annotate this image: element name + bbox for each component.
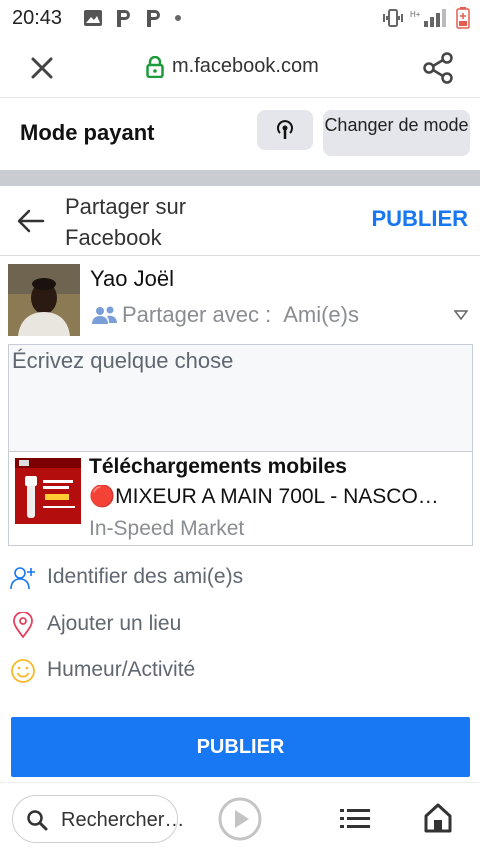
browser-toolbar: m.facebook.com bbox=[0, 36, 480, 98]
search-icon bbox=[27, 810, 48, 831]
browser-bottom-bar: Rechercher… bbox=[0, 782, 480, 854]
share-title: Partager sur Facebook bbox=[65, 194, 187, 250]
signal-icon: H+ bbox=[410, 9, 446, 27]
tag-friends-action[interactable]: Identifier des ami(e)s bbox=[0, 556, 480, 600]
tag-friends-label: Identifier des ami(e)s bbox=[47, 565, 244, 588]
user-name: Yao Joël bbox=[90, 266, 174, 291]
tabs-list-icon[interactable] bbox=[340, 807, 370, 831]
audience-prefix: Partager avec : bbox=[122, 302, 272, 327]
url-text: m.facebook.com bbox=[172, 55, 319, 77]
link-thumbnail bbox=[15, 458, 81, 524]
compose-placeholder: Écrivez quelque chose bbox=[12, 348, 234, 373]
feeling-activity-label: Humeur/Activité bbox=[47, 658, 196, 681]
share-header: Partager sur Facebook PUBLIER bbox=[0, 186, 480, 256]
status-bar: 20:43 H+ bbox=[0, 0, 480, 36]
change-mode-button[interactable]: Changer de mode bbox=[323, 110, 470, 156]
home-icon[interactable] bbox=[424, 803, 452, 833]
publish-button[interactable]: PUBLIER bbox=[11, 717, 470, 777]
audience-value: Ami(e)s bbox=[283, 302, 359, 327]
status-time: 20:43 bbox=[12, 7, 63, 29]
feeling-activity-action[interactable]: Humeur/Activité bbox=[0, 649, 480, 693]
broadcast-icon bbox=[277, 120, 293, 139]
p-app-icon-2 bbox=[147, 10, 160, 27]
author-row: Yao Joël Partager avec : Ami(e)s bbox=[0, 256, 480, 344]
link-source: Téléchargements mobiles bbox=[89, 455, 347, 478]
close-icon[interactable] bbox=[26, 52, 58, 84]
back-arrow-icon[interactable] bbox=[16, 206, 46, 236]
add-location-label: Ajouter un lieu bbox=[47, 612, 182, 635]
battery-icon bbox=[456, 7, 470, 29]
link-description: 🔴MIXEUR A MAIN 700L - NASCO… bbox=[89, 485, 439, 508]
vibrate-icon bbox=[383, 9, 403, 27]
status-notifications bbox=[84, 8, 182, 28]
gallery-icon bbox=[84, 10, 102, 26]
mode-info-button[interactable] bbox=[257, 110, 313, 150]
search-label: Rechercher… bbox=[61, 809, 185, 831]
link-publisher: In-Speed Market bbox=[89, 517, 245, 540]
location-pin-icon bbox=[13, 612, 33, 638]
share-icon[interactable] bbox=[420, 50, 456, 86]
dot-icon bbox=[175, 15, 181, 21]
post-text-input[interactable]: Écrivez quelque chose bbox=[8, 344, 473, 452]
shared-link-card[interactable]: Téléchargements mobiles 🔴MIXEUR A MAIN 7… bbox=[8, 452, 473, 546]
lock-icon bbox=[146, 55, 164, 78]
add-location-action[interactable]: Ajouter un lieu bbox=[0, 603, 480, 647]
chevron-down-icon[interactable] bbox=[454, 309, 468, 321]
svg-text:H+: H+ bbox=[410, 10, 421, 19]
play-icon[interactable] bbox=[218, 797, 262, 841]
data-mode-bar: Mode payant Changer de mode bbox=[0, 98, 480, 170]
friends-icon bbox=[92, 306, 117, 324]
url-bar[interactable]: m.facebook.com bbox=[146, 55, 319, 78]
avatar bbox=[8, 264, 80, 336]
section-divider bbox=[0, 170, 480, 186]
smiley-icon bbox=[11, 659, 35, 683]
publish-top-button[interactable]: PUBLIER bbox=[371, 206, 468, 232]
status-system-icons: H+ bbox=[382, 7, 470, 29]
p-app-icon bbox=[117, 10, 130, 27]
mode-title: Mode payant bbox=[20, 120, 155, 145]
search-button[interactable]: Rechercher… bbox=[12, 795, 184, 843]
tag-friends-icon bbox=[10, 567, 35, 590]
audience-selector[interactable]: Partager avec : Ami(e)s bbox=[92, 302, 359, 328]
